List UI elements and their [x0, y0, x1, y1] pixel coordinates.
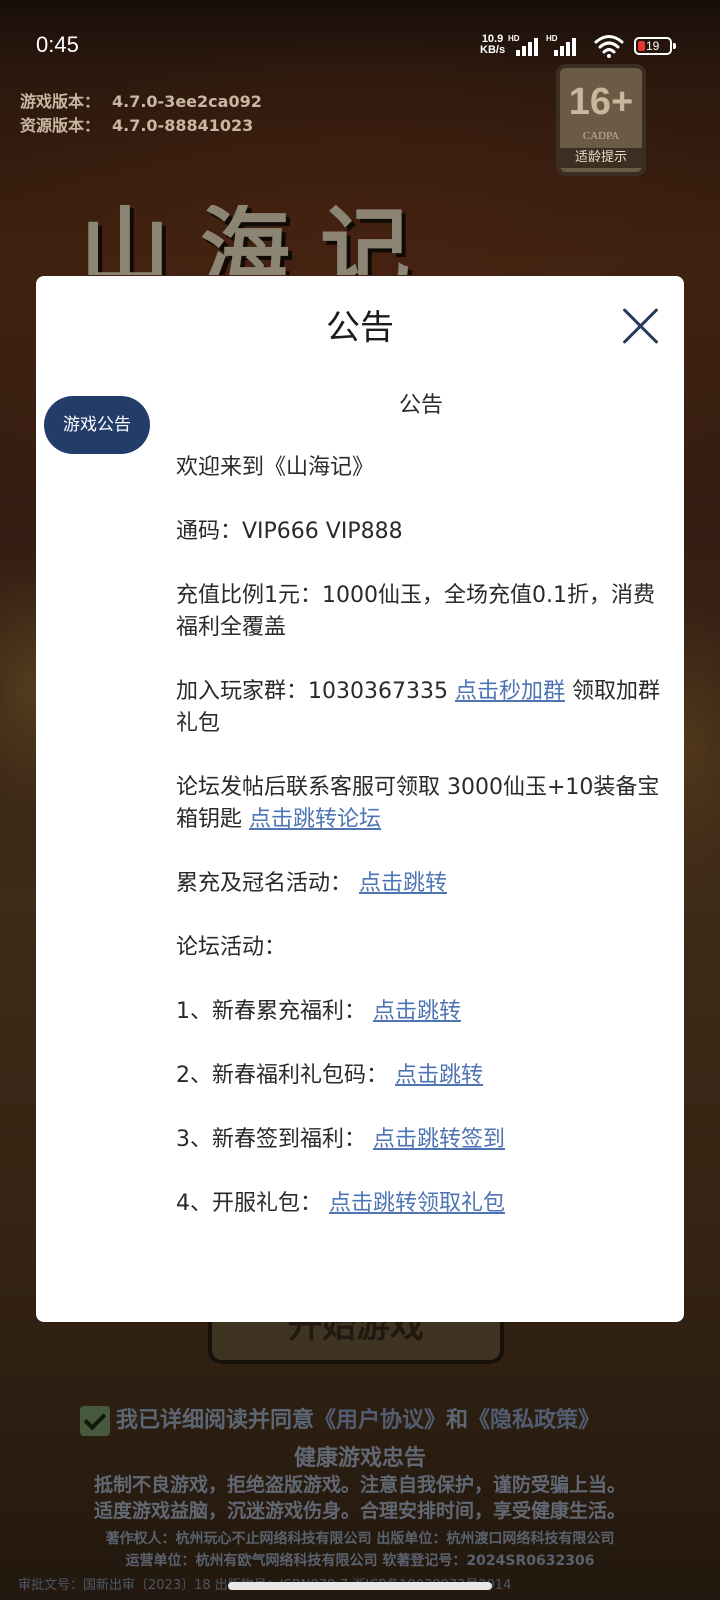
- event-3: 3、新春签到福利： 点击跳转签到: [176, 1124, 666, 1156]
- resource-version-label: 资源版本：: [20, 116, 101, 135]
- forum-events-text: 论坛活动：: [176, 935, 287, 960]
- age-rating: 16+: [568, 81, 634, 123]
- event-2-link[interactable]: 点击跳转: [395, 1063, 483, 1088]
- content-heading: 公告: [398, 393, 443, 418]
- event-4-link[interactable]: 点击跳转领取礼包: [329, 1191, 505, 1216]
- sim1-hd-label: HD: [508, 34, 520, 43]
- network-speed-unit: KB/s: [480, 44, 506, 56]
- event-2-text: 2、新春福利礼包码：: [176, 1063, 395, 1088]
- sim2-hd-label: HD: [546, 34, 558, 43]
- game-version-value: 4.7.0-3ee2ca092: [112, 92, 262, 111]
- announcement-dialog: 公告 游戏公告 公告 欢迎来到《山海记》 通码：VIP666 VIP888 充值…: [36, 276, 684, 1322]
- forum-link[interactable]: 点击跳转论坛: [249, 807, 381, 832]
- tab-game-announcement[interactable]: 游戏公告: [44, 396, 150, 454]
- welcome-text: 欢迎来到《山海记》: [176, 455, 375, 480]
- recharge-text: 充值比例1元：1000仙玉，全场充值0.1折，消费福利全覆盖: [176, 583, 655, 640]
- join-group-link[interactable]: 点击秒加群: [455, 679, 565, 704]
- wifi-icon: [594, 35, 624, 58]
- cumulative-paragraph: 累充及冠名活动： 点击跳转: [176, 868, 666, 900]
- dialog-title: 公告: [326, 308, 394, 348]
- age-rating-tip: 适龄提示: [560, 148, 642, 168]
- event-3-text: 3、新春签到福利：: [176, 1127, 373, 1152]
- event-1-text: 1、新春累充福利：: [176, 999, 373, 1024]
- resource-version-value: 4.7.0-88841023: [112, 116, 254, 135]
- cumulative-link[interactable]: 点击跳转: [359, 871, 447, 896]
- event-4: 4、开服礼包： 点击跳转领取礼包: [176, 1188, 666, 1220]
- event-2: 2、新春福利礼包码： 点击跳转: [176, 1060, 666, 1092]
- network-speed: 10.9 KB/s: [480, 34, 505, 56]
- event-1-link[interactable]: 点击跳转: [373, 999, 461, 1024]
- code-text: 通码：VIP666 VIP888: [176, 519, 403, 544]
- age-rating-org: CADPA: [582, 130, 620, 142]
- event-1: 1、新春累充福利： 点击跳转: [176, 996, 666, 1028]
- forum-paragraph: 论坛发帖后联系客服可领取 3000仙玉+10装备宝箱钥匙 点击跳转论坛: [176, 772, 666, 836]
- cumulative-text: 累充及冠名活动：: [176, 871, 359, 896]
- status-time: 0:45: [36, 32, 79, 57]
- event-4-text: 4、开服礼包：: [176, 1191, 329, 1216]
- group-paragraph: 加入玩家群：1030367335 点击秒加群 领取加群礼包: [176, 676, 666, 740]
- status-bar: 0:45 10.9 KB/s HD HD 19: [0, 0, 720, 72]
- game-version-label: 游戏版本：: [20, 92, 101, 111]
- close-icon[interactable]: [618, 304, 662, 348]
- signal-1-icon: HD: [508, 34, 538, 56]
- version-info: 游戏版本： 4.7.0-3ee2ca092 资源版本： 4.7.0-88841023: [20, 90, 262, 138]
- age-rating-badge[interactable]: 16+ CADPA 适龄提示: [556, 64, 646, 176]
- group-text: 加入玩家群：1030367335: [176, 679, 455, 704]
- battery-level: 19: [646, 39, 660, 53]
- home-indicator[interactable]: [228, 1582, 492, 1590]
- announcement-content: 公告 欢迎来到《山海记》 通码：VIP666 VIP888 充值比例1元：100…: [176, 390, 666, 1252]
- event-3-link[interactable]: 点击跳转签到: [373, 1127, 505, 1152]
- battery-icon: 19: [634, 37, 676, 55]
- signal-2-icon: HD: [546, 34, 576, 56]
